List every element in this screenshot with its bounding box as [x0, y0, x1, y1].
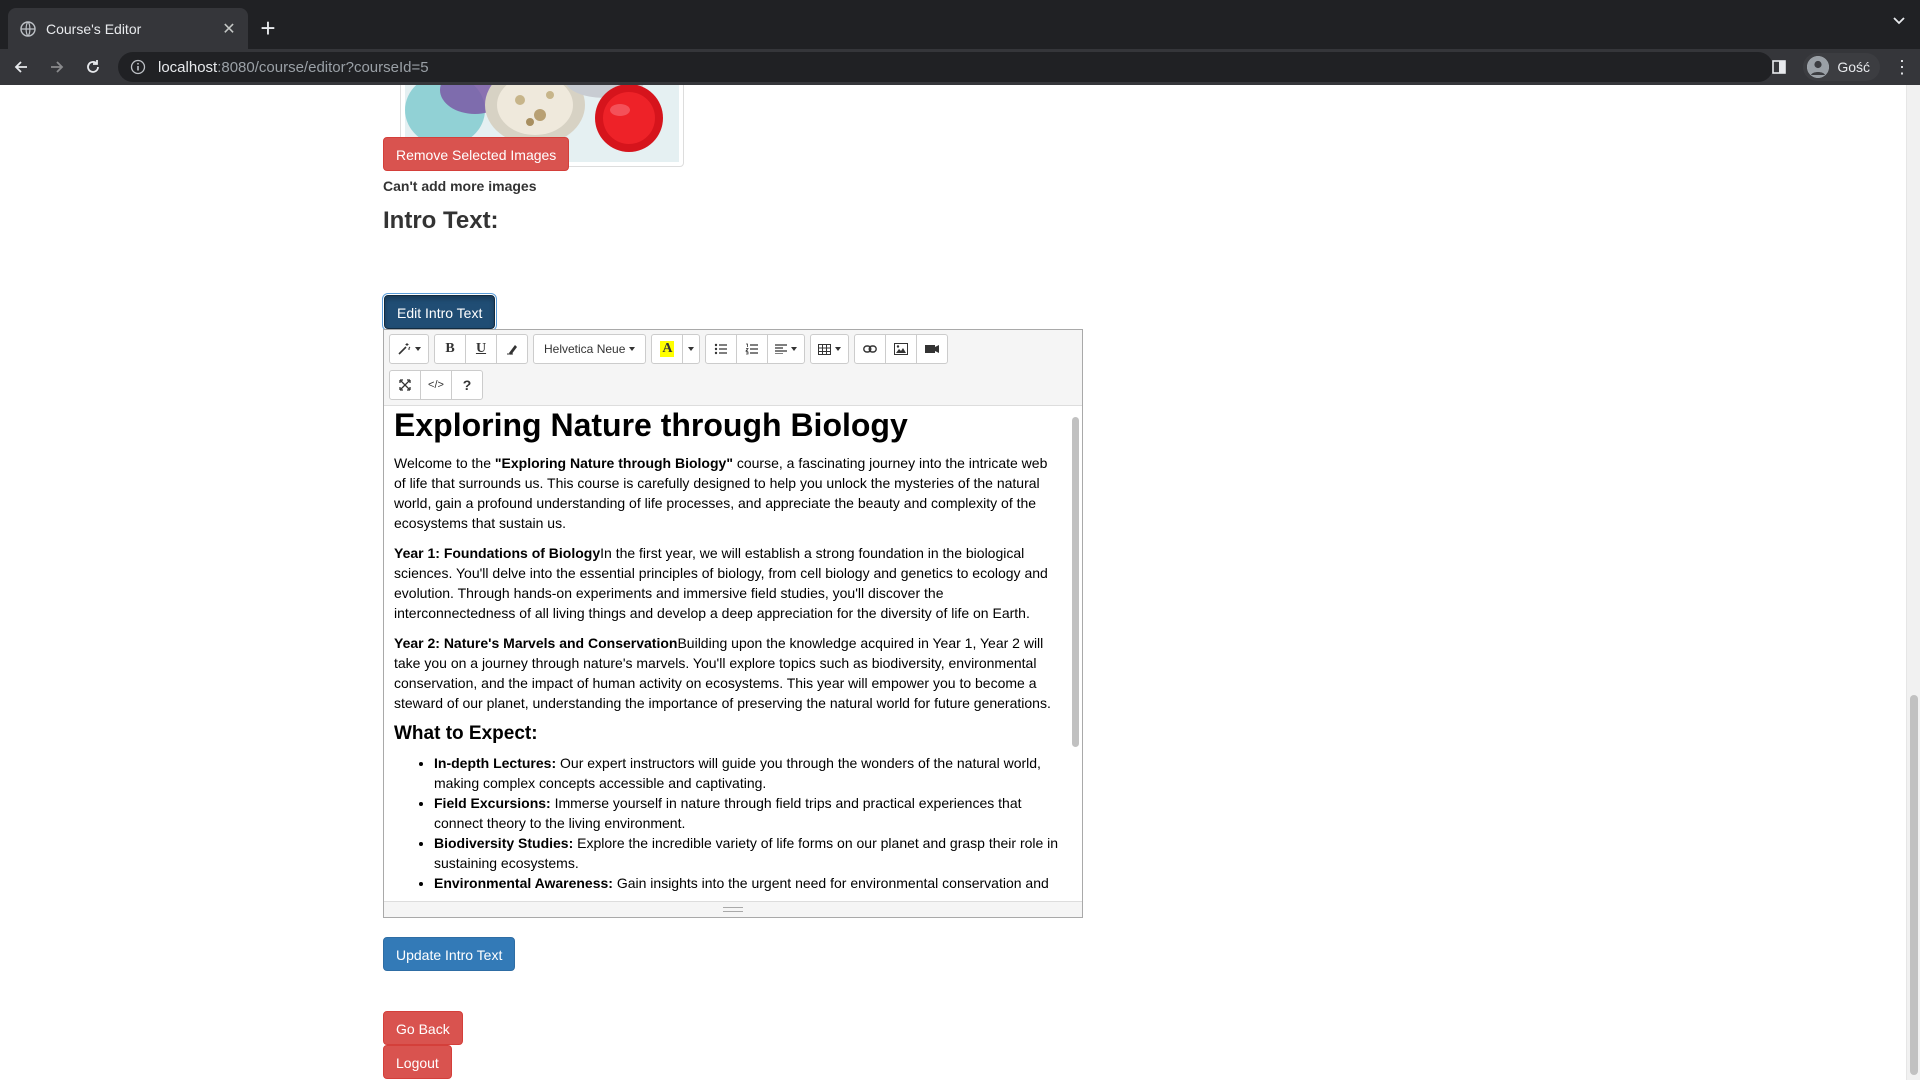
avatar-icon: [1807, 56, 1830, 78]
unordered-list-icon[interactable]: [705, 334, 738, 364]
fullscreen-icon[interactable]: [389, 370, 421, 400]
editor-scrollbar-thumb[interactable]: [1072, 417, 1079, 747]
site-info-icon[interactable]: [130, 59, 146, 75]
paragraph-align-icon[interactable]: [767, 334, 806, 364]
globe-icon: [20, 20, 36, 37]
tab-search-chevron-icon[interactable]: [1892, 14, 1906, 33]
toolbar-right: Gość ⋮: [1765, 49, 1920, 85]
side-panel-icon[interactable]: [1765, 60, 1793, 74]
intro-paragraph: Welcome to the "Exploring Nature through…: [394, 455, 1048, 531]
picture-icon[interactable]: [885, 334, 918, 364]
help-icon[interactable]: ?: [451, 370, 483, 400]
text-color-icon[interactable]: A: [651, 334, 684, 364]
address-bar[interactable]: localhost:8080/course/editor?courseId=5: [118, 52, 1773, 82]
browser-toolbar: localhost:8080/course/editor?courseId=5 …: [0, 49, 1920, 85]
font-name-dropdown[interactable]: Helvetica Neue: [533, 334, 647, 364]
magic-style-icon[interactable]: [389, 334, 429, 364]
tab-title: Course's Editor: [46, 20, 142, 37]
year2-paragraph: Year 2: Nature's Marvels and Conservatio…: [394, 635, 1051, 711]
link-icon[interactable]: [854, 334, 887, 364]
url-path: :8080/course/editor?courseId=5: [217, 58, 429, 76]
resize-grip-icon[interactable]: [723, 907, 743, 912]
intro-text-heading: Intro Text:: [383, 207, 499, 234]
eraser-icon[interactable]: [496, 334, 528, 364]
text-color-glyph: A: [660, 341, 675, 357]
video-icon[interactable]: [916, 334, 949, 364]
browser-menu-icon[interactable]: ⋮: [1890, 57, 1914, 78]
list-item: Field Excursions: Immerse yourself in na…: [434, 793, 1060, 833]
page-viewport: Remove Selected Images Can't add more im…: [0, 85, 1920, 1080]
color-caret-icon[interactable]: [682, 334, 701, 364]
edit-intro-text-button[interactable]: Edit Intro Text: [381, 293, 498, 331]
font-name-label: Helvetica Neue: [544, 342, 626, 356]
course-title: Exploring Nature through Biology: [394, 407, 908, 443]
table-icon[interactable]: [810, 334, 850, 364]
reload-icon[interactable]: [78, 52, 108, 82]
go-back-button[interactable]: Go Back: [383, 1011, 463, 1045]
list-item: In-depth Lectures: Our expert instructor…: [434, 753, 1060, 793]
browser-tab[interactable]: Course's Editor ✕: [8, 8, 248, 49]
list-item: Biodiversity Studies: Explore the incred…: [434, 833, 1060, 873]
update-intro-text-button[interactable]: Update Intro Text: [383, 937, 516, 971]
page-scrollbar-thumb[interactable]: [1910, 695, 1918, 1075]
remove-selected-images-button[interactable]: Remove Selected Images: [383, 137, 570, 171]
back-arrow-icon[interactable]: [6, 52, 36, 82]
editor-toolbar: B U Helvetica Neue A </> ?: [384, 330, 1082, 406]
underline-icon[interactable]: U: [465, 334, 497, 364]
rich-text-editor: B U Helvetica Neue A </> ? Exploring Nat…: [383, 329, 1083, 918]
browser-tab-strip: Course's Editor ✕ +: [0, 0, 1920, 49]
list-item: Environmental Awareness: Gain insights i…: [434, 873, 1060, 893]
code-view-icon[interactable]: </>: [420, 370, 452, 400]
editor-resize-bar[interactable]: [384, 901, 1082, 917]
year1-paragraph: Year 1: Foundations of BiologyIn the fir…: [394, 545, 1048, 621]
profile-button[interactable]: Gość: [1803, 53, 1880, 81]
editor-scrollbar[interactable]: [1070, 407, 1080, 901]
ordered-list-icon[interactable]: [736, 334, 769, 364]
forward-arrow-icon[interactable]: [42, 52, 72, 82]
expect-list: In-depth Lectures: Our expert instructor…: [394, 753, 1060, 893]
page-scrollbar[interactable]: [1906, 85, 1920, 1080]
editor-content-area[interactable]: Exploring Nature through Biology Welcome…: [384, 407, 1082, 901]
new-tab-icon[interactable]: +: [248, 8, 288, 49]
bold-icon[interactable]: B: [434, 334, 466, 364]
close-tab-icon[interactable]: ✕: [220, 19, 238, 39]
what-to-expect-heading: What to Expect:: [394, 723, 538, 744]
profile-name: Gość: [1837, 59, 1870, 75]
image-limit-note: Can't add more images: [383, 178, 537, 194]
logout-button[interactable]: Logout: [383, 1045, 452, 1079]
url-host: localhost: [158, 58, 218, 76]
